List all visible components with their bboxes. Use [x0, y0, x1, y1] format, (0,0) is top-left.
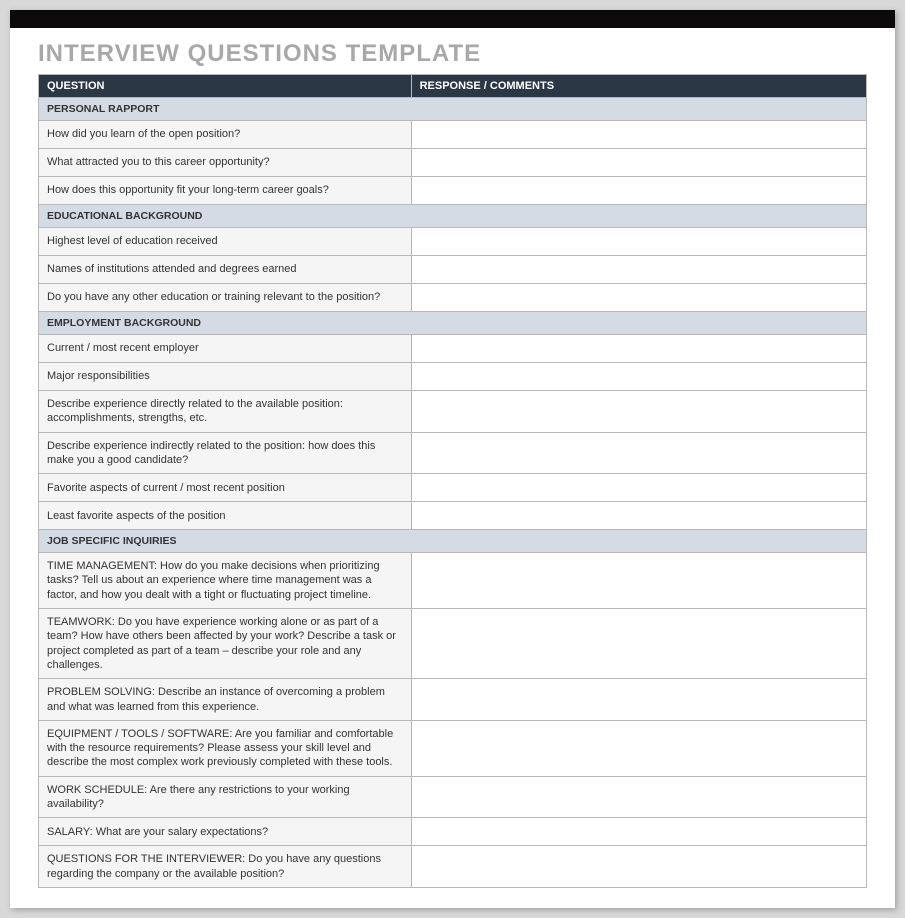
question-cell: Do you have any other education or train…	[39, 284, 412, 312]
question-cell: Describe experience indirectly related t…	[39, 432, 412, 474]
page-title: INTERVIEW QUESTIONS TEMPLATE	[38, 40, 867, 74]
question-cell: TIME MANAGEMENT: How do you make decisio…	[39, 553, 412, 609]
response-cell[interactable]	[411, 432, 866, 474]
top-bar	[10, 10, 895, 28]
question-cell: Describe experience directly related to …	[39, 391, 412, 433]
section-header: JOB SPECIFIC INQUIRIES	[39, 530, 867, 553]
question-cell: Current / most recent employer	[39, 335, 412, 363]
content-area: INTERVIEW QUESTIONS TEMPLATE QUESTION RE…	[10, 28, 895, 888]
question-cell: Names of institutions attended and degre…	[39, 256, 412, 284]
question-cell: How does this opportunity fit your long-…	[39, 177, 412, 205]
header-row: QUESTION RESPONSE / COMMENTS	[39, 75, 867, 98]
question-cell: QUESTIONS FOR THE INTERVIEWER: Do you ha…	[39, 846, 412, 888]
response-cell[interactable]	[411, 502, 866, 530]
section-row: EDUCATIONAL BACKGROUND	[39, 205, 867, 228]
response-cell[interactable]	[411, 335, 866, 363]
response-cell[interactable]	[411, 846, 866, 888]
table-row: Describe experience indirectly related t…	[39, 432, 867, 474]
question-cell: What attracted you to this career opport…	[39, 149, 412, 177]
section-row: PERSONAL RAPPORT	[39, 98, 867, 121]
response-cell[interactable]	[411, 474, 866, 502]
question-cell: PROBLEM SOLVING: Describe an instance of…	[39, 679, 412, 721]
response-cell[interactable]	[411, 818, 866, 846]
table-row: Do you have any other education or train…	[39, 284, 867, 312]
response-cell[interactable]	[411, 679, 866, 721]
interview-table: QUESTION RESPONSE / COMMENTS PERSONAL RA…	[38, 74, 867, 888]
table-row: TIME MANAGEMENT: How do you make decisio…	[39, 553, 867, 609]
question-cell: EQUIPMENT / TOOLS / SOFTWARE: Are you fa…	[39, 720, 412, 776]
table-row: PROBLEM SOLVING: Describe an instance of…	[39, 679, 867, 721]
table-row: EQUIPMENT / TOOLS / SOFTWARE: Are you fa…	[39, 720, 867, 776]
table-row: WORK SCHEDULE: Are there any restriction…	[39, 776, 867, 818]
question-cell: SALARY: What are your salary expectation…	[39, 818, 412, 846]
question-cell: Highest level of education received	[39, 228, 412, 256]
table-row: Major responsibilities	[39, 363, 867, 391]
question-cell: Major responsibilities	[39, 363, 412, 391]
section-header: EDUCATIONAL BACKGROUND	[39, 205, 867, 228]
col-response-header: RESPONSE / COMMENTS	[411, 75, 866, 98]
response-cell[interactable]	[411, 609, 866, 679]
table-row: What attracted you to this career opport…	[39, 149, 867, 177]
table-row: Favorite aspects of current / most recen…	[39, 474, 867, 502]
response-cell[interactable]	[411, 121, 866, 149]
question-cell: Least favorite aspects of the position	[39, 502, 412, 530]
table-row: SALARY: What are your salary expectation…	[39, 818, 867, 846]
question-cell: How did you learn of the open position?	[39, 121, 412, 149]
table-row: QUESTIONS FOR THE INTERVIEWER: Do you ha…	[39, 846, 867, 888]
table-row: TEAMWORK: Do you have experience working…	[39, 609, 867, 679]
col-question-header: QUESTION	[39, 75, 412, 98]
table-row: How does this opportunity fit your long-…	[39, 177, 867, 205]
response-cell[interactable]	[411, 177, 866, 205]
table-row: Names of institutions attended and degre…	[39, 256, 867, 284]
question-cell: Favorite aspects of current / most recen…	[39, 474, 412, 502]
section-row: EMPLOYMENT BACKGROUND	[39, 312, 867, 335]
section-header: PERSONAL RAPPORT	[39, 98, 867, 121]
response-cell[interactable]	[411, 149, 866, 177]
response-cell[interactable]	[411, 391, 866, 433]
response-cell[interactable]	[411, 363, 866, 391]
document-page: INTERVIEW QUESTIONS TEMPLATE QUESTION RE…	[10, 10, 895, 908]
question-cell: TEAMWORK: Do you have experience working…	[39, 609, 412, 679]
response-cell[interactable]	[411, 776, 866, 818]
response-cell[interactable]	[411, 256, 866, 284]
response-cell[interactable]	[411, 720, 866, 776]
section-row: JOB SPECIFIC INQUIRIES	[39, 530, 867, 553]
table-row: Highest level of education received	[39, 228, 867, 256]
response-cell[interactable]	[411, 553, 866, 609]
question-cell: WORK SCHEDULE: Are there any restriction…	[39, 776, 412, 818]
table-row: How did you learn of the open position?	[39, 121, 867, 149]
response-cell[interactable]	[411, 284, 866, 312]
response-cell[interactable]	[411, 228, 866, 256]
section-header: EMPLOYMENT BACKGROUND	[39, 312, 867, 335]
table-row: Describe experience directly related to …	[39, 391, 867, 433]
table-row: Current / most recent employer	[39, 335, 867, 363]
table-row: Least favorite aspects of the position	[39, 502, 867, 530]
